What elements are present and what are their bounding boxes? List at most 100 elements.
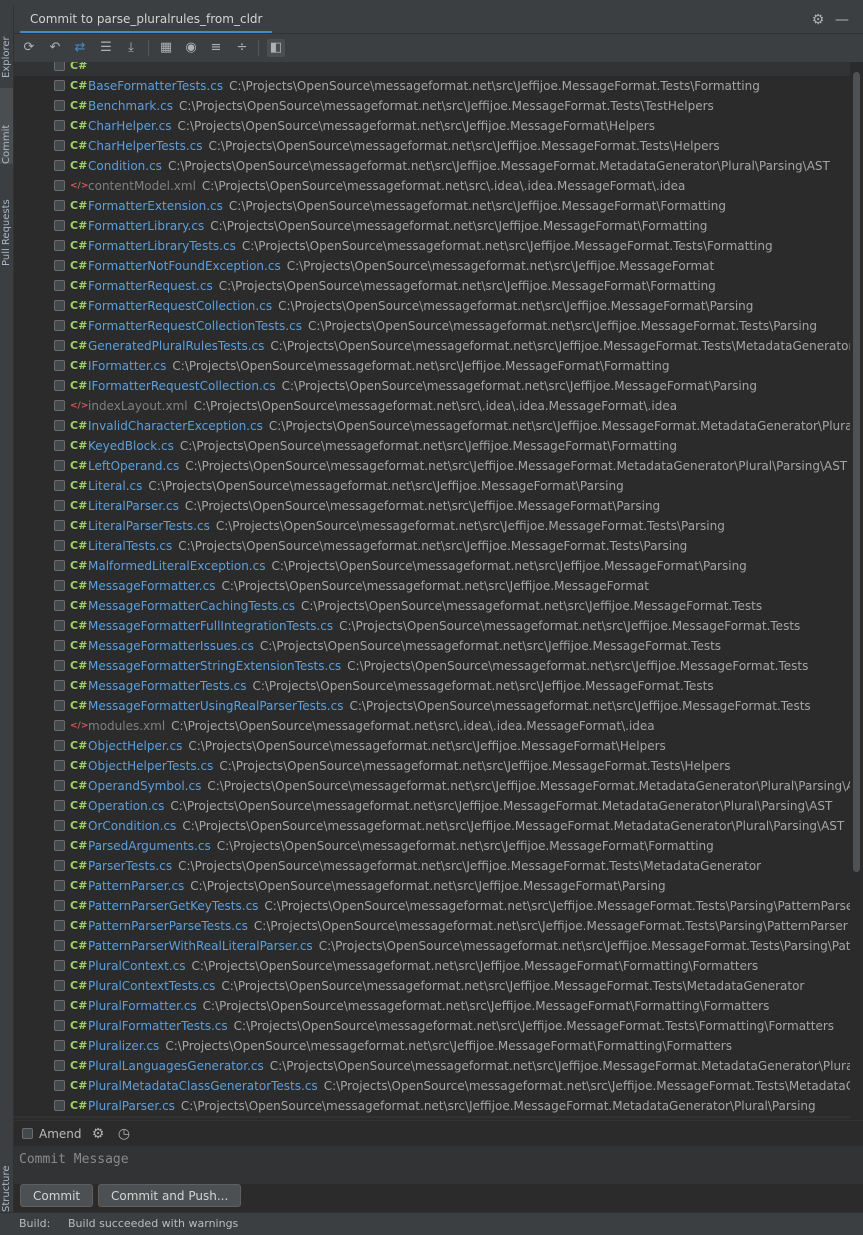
file-checkbox[interactable]: [54, 1060, 65, 1071]
list-item[interactable]: C# PluralLanguagesGenerator.cs C:\Projects…: [14, 1056, 850, 1076]
list-item[interactable]: C# MalformedLiteralException.cs C:\Project…: [14, 556, 850, 576]
file-checkbox[interactable]: [54, 760, 65, 771]
list-item[interactable]: C# BaseFormatterTests.cs C:\Projects\OpenS…: [14, 76, 850, 96]
changelist-icon[interactable]: ☰: [97, 39, 115, 57]
file-checkbox[interactable]: [54, 920, 65, 931]
file-checkbox[interactable]: [54, 480, 65, 491]
list-item[interactable]: C# ObjectHelper.cs C:\Projects\OpenSource\…: [14, 736, 850, 756]
list-item[interactable]: C# MessageFormatterUsingRealParserTests.c…: [14, 696, 850, 716]
file-checkbox[interactable]: [54, 900, 65, 911]
file-checkbox[interactable]: [54, 80, 65, 91]
list-item[interactable]: C# Literal.cs C:\Projects\OpenSource\messa…: [14, 476, 850, 496]
list-item[interactable]: C# FormatterNotFoundException.cs C:\Projec…: [14, 256, 850, 276]
file-checkbox[interactable]: [54, 1020, 65, 1031]
file-checkbox[interactable]: [54, 580, 65, 591]
file-checkbox[interactable]: [54, 160, 65, 171]
file-checkbox[interactable]: [54, 980, 65, 991]
list-item[interactable]: C# PluralParser.cs C:\Projects\OpenSource\…: [14, 1096, 850, 1116]
file-checkbox[interactable]: [54, 800, 65, 811]
file-checkbox[interactable]: [54, 880, 65, 891]
status-message[interactable]: Build succeeded with warnings: [68, 1213, 238, 1235]
collapse-all-icon[interactable]: ÷: [233, 39, 251, 57]
file-checkbox[interactable]: [54, 780, 65, 791]
list-item[interactable]: C# InvalidCharacterException.cs C:\Project…: [14, 416, 850, 436]
file-checkbox[interactable]: [54, 460, 65, 471]
list-item[interactable]: C# LiteralTests.cs C:\Projects\OpenSource\…: [14, 536, 850, 556]
file-checkbox[interactable]: [54, 1000, 65, 1011]
file-checkbox[interactable]: [54, 680, 65, 691]
list-item[interactable]: C# PatternParserGetKeyTests.cs C:\Projects…: [14, 896, 850, 916]
file-checkbox[interactable]: [54, 500, 65, 511]
list-item[interactable]: C# FormatterRequestCollection.cs C:\Projec…: [14, 296, 850, 316]
file-checkbox[interactable]: [54, 1040, 65, 1051]
list-item[interactable]: C# IFormatter.cs C:\Projects\OpenSource\me…: [14, 356, 850, 376]
list-item[interactable]: C# Pluralizer.cs C:\Projects\OpenSource\me…: [14, 1036, 850, 1056]
list-item[interactable]: C# LiteralParser.cs C:\Projects\OpenSource…: [14, 496, 850, 516]
file-checkbox[interactable]: [54, 440, 65, 451]
file-checkbox[interactable]: [54, 720, 65, 731]
file-checkbox[interactable]: [54, 600, 65, 611]
minimize-icon[interactable]: —: [834, 12, 850, 28]
list-item[interactable]: C# FormatterExtension.cs C:\Projects\OpenS…: [14, 196, 850, 216]
list-item[interactable]: C# MessageFormatterFullIntegrationTests.c…: [14, 616, 850, 636]
list-item[interactable]: C# PatternParser.cs C:\Projects\OpenSource…: [14, 876, 850, 896]
file-checkbox[interactable]: [54, 62, 65, 71]
group-by-icon[interactable]: ▦: [157, 39, 175, 57]
list-item[interactable]: C# PatternParserParseTests.cs C:\Projects\…: [14, 916, 850, 936]
list-item[interactable]: C# FormatterLibrary.cs C:\Projects\OpenSou…: [14, 216, 850, 236]
file-checkbox[interactable]: [54, 100, 65, 111]
file-checkbox[interactable]: [54, 140, 65, 151]
list-item[interactable]: C# Benchmark.cs C:\Projects\OpenSource\mes…: [14, 96, 850, 116]
list-item[interactable]: C# Condition.cs C:\Projects\OpenSource\mes…: [14, 156, 850, 176]
list-item[interactable]: C# ParserTests.cs C:\Projects\OpenSource\m…: [14, 856, 850, 876]
expand-all-icon[interactable]: ≡: [207, 39, 225, 57]
file-checkbox[interactable]: [54, 520, 65, 531]
file-checkbox[interactable]: [54, 560, 65, 571]
shelve-icon[interactable]: ⤓: [122, 39, 140, 57]
file-list-scrollbar[interactable]: [850, 62, 863, 1118]
file-checkbox[interactable]: [54, 300, 65, 311]
list-item[interactable]: C# Operation.cs C:\Projects\OpenSource\mes…: [14, 796, 850, 816]
list-item[interactable]: C# PatternParserWithRealLiteralParser.cs C…: [14, 936, 850, 956]
scrollbar-thumb[interactable]: [853, 72, 860, 872]
list-item[interactable]: C# LiteralParserTests.cs C:\Projects\OpenS…: [14, 516, 850, 536]
list-item[interactable]: C# PluralFormatterTests.cs C:\Projects\Ope…: [14, 1016, 850, 1036]
list-item[interactable]: C# OperandSymbol.cs C:\Projects\OpenSource…: [14, 776, 850, 796]
list-item[interactable]: C# MessageFormatterStringExtensionTests.c…: [14, 656, 850, 676]
list-item[interactable]: C# OrCondition.cs C:\Projects\OpenSource\m…: [14, 816, 850, 836]
list-item[interactable]: C# IFormatterRequestCollection.cs C:\Proje…: [14, 376, 850, 396]
list-item[interactable]: C# FormatterRequestCollectionTests.cs C:\P…: [14, 316, 850, 336]
file-checkbox[interactable]: [54, 380, 65, 391]
file-checkbox[interactable]: [54, 860, 65, 871]
list-item[interactable]: C# ParsedArguments.cs C:\Projects\OpenSour…: [14, 836, 850, 856]
file-checkbox[interactable]: [54, 960, 65, 971]
file-checkbox[interactable]: [54, 180, 65, 191]
file-checkbox[interactable]: [54, 820, 65, 831]
file-checkbox[interactable]: [54, 240, 65, 251]
list-item[interactable]: C# LeftOperand.cs C:\Projects\OpenSource\m…: [14, 456, 850, 476]
history-icon[interactable]: ◷: [116, 1126, 132, 1142]
file-checkbox[interactable]: [54, 640, 65, 651]
file-checkbox[interactable]: [54, 1080, 65, 1091]
list-item[interactable]: C# FormatterRequest.cs C:\Projects\OpenSou…: [14, 276, 850, 296]
list-item[interactable]: C# MessageFormatter.cs C:\Projects\OpenSou…: [14, 576, 850, 596]
list-item[interactable]: C# CharHelper.cs C:\Projects\OpenSource\me…: [14, 116, 850, 136]
list-item[interactable]: C# PluralContext.cs C:\Projects\OpenSource…: [14, 956, 850, 976]
tab-commit[interactable]: Commit: [0, 88, 13, 164]
file-checkbox[interactable]: [54, 660, 65, 671]
list-item[interactable]: C# PluralContextTests.cs C:\Projects\OpenS…: [14, 976, 850, 996]
list-item[interactable]: C# CharHelperTests.cs C:\Projects\OpenSour…: [14, 136, 850, 156]
list-item[interactable]: </> indexLayout.xml C:\Projects\OpenSource…: [14, 396, 850, 416]
preview-icon[interactable]: ◉: [182, 39, 200, 57]
file-checkbox[interactable]: [54, 320, 65, 331]
file-checkbox[interactable]: [54, 280, 65, 291]
details-panel-icon[interactable]: ◧: [267, 39, 285, 57]
file-checkbox[interactable]: [54, 540, 65, 551]
file-checkbox[interactable]: [54, 220, 65, 231]
panel-title[interactable]: Commit to parse_pluralrules_from_cldr: [20, 6, 273, 33]
tab-structure[interactable]: Structure: [0, 1146, 13, 1212]
diff-icon[interactable]: ⇄: [71, 39, 89, 57]
file-checkbox[interactable]: [54, 1100, 65, 1111]
gear-icon[interactable]: ⚙: [810, 12, 826, 28]
file-checkbox[interactable]: [54, 840, 65, 851]
